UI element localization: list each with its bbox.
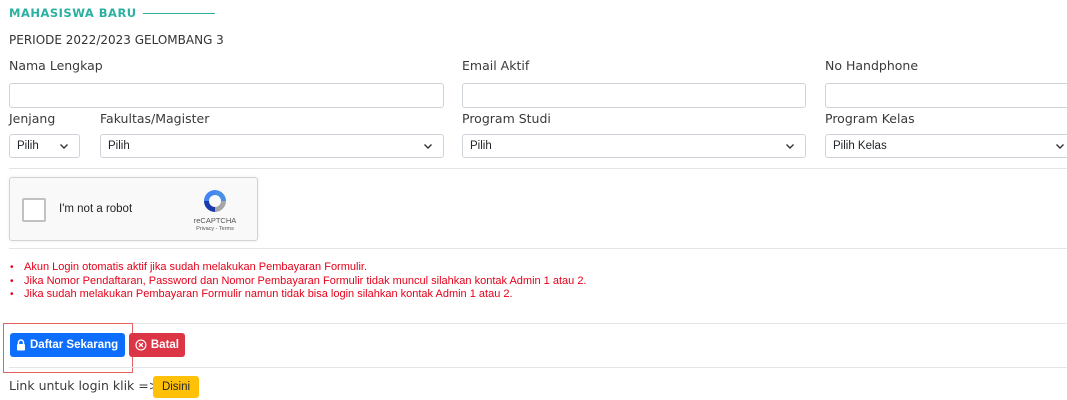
divider <box>9 168 1067 169</box>
recaptcha-label: I'm not a robot <box>59 203 133 215</box>
recaptcha-widget: I'm not a robot reCAPTCHA Privacy - Term… <box>9 177 258 241</box>
kelas-select-value: Pilih Kelas <box>833 140 887 152</box>
cancel-button[interactable]: Batal <box>129 333 185 357</box>
recaptcha-links[interactable]: Privacy - Terms <box>187 226 243 232</box>
kelas-select[interactable]: Pilih Kelas <box>825 134 1067 158</box>
login-here-button[interactable]: Disini <box>153 376 199 398</box>
phone-input[interactable] <box>825 83 1067 108</box>
login-link-text: Link untuk login klik => <box>9 378 160 393</box>
recaptcha-brand: reCAPTCHA <box>193 216 237 225</box>
register-button-label: Daftar Sekarang <box>30 339 119 351</box>
info-notes-list: • Akun Login otomatis aktif jika sudah me… <box>10 261 587 302</box>
lock-icon <box>17 339 25 351</box>
chevron-down-icon <box>60 144 68 149</box>
cancel-button-label: Batal <box>150 339 179 351</box>
name-label: Nama Lengkap <box>9 58 103 73</box>
note-item: • Akun Login otomatis aktif jika sudah me… <box>10 261 368 273</box>
note-item: • Jika Nomor Pendaftaran, Password dan No… <box>10 274 587 287</box>
jenjang-select-value: Pilih <box>17 140 39 152</box>
note-text: Jika Nomor Pendaftaran, Password dan Nom… <box>24 274 587 287</box>
fakultas-select[interactable]: Pilih <box>100 134 444 158</box>
section-heading: MAHASISWA BARU <box>9 6 215 20</box>
prodi-select[interactable]: Pilih <box>462 134 806 158</box>
fakultas-select-value: Pilih <box>108 140 130 152</box>
section-heading-text: MAHASISWA BARU <box>9 6 137 20</box>
jenjang-label: Jenjang <box>9 111 56 126</box>
period-text: PERIODE 2022/2023 GELOMBANG 3 <box>9 33 224 47</box>
register-button[interactable]: Daftar Sekarang <box>10 333 125 357</box>
divider <box>9 367 1067 368</box>
divider <box>9 248 1067 249</box>
circle-x-icon <box>135 339 147 351</box>
chevron-down-icon <box>1056 144 1064 149</box>
email-label: Email Aktif <box>462 58 530 73</box>
phone-label: No Handphone <box>825 58 919 73</box>
recaptcha-logo-icon <box>204 190 226 212</box>
note-item: • Jika sudah melakukan Pembayaran Formuli… <box>10 288 513 301</box>
prodi-select-value: Pilih <box>470 140 492 152</box>
note-text: Akun Login otomatis aktif jika sudah mel… <box>24 261 368 273</box>
recaptcha-checkbox[interactable] <box>22 198 46 222</box>
kelas-label: Program Kelas <box>825 111 915 126</box>
divider <box>9 323 1067 324</box>
heading-divider <box>142 12 215 14</box>
fakultas-label: Fakultas/Magister <box>100 111 210 126</box>
chevron-down-icon <box>424 144 432 149</box>
prodi-label: Program Studi <box>462 111 551 126</box>
chevron-down-icon <box>786 144 794 149</box>
jenjang-select[interactable]: Pilih <box>9 134 80 158</box>
name-input[interactable] <box>9 83 444 108</box>
note-text: Jika sudah melakukan Pembayaran Formulir… <box>24 288 513 301</box>
email-input[interactable] <box>462 83 806 108</box>
